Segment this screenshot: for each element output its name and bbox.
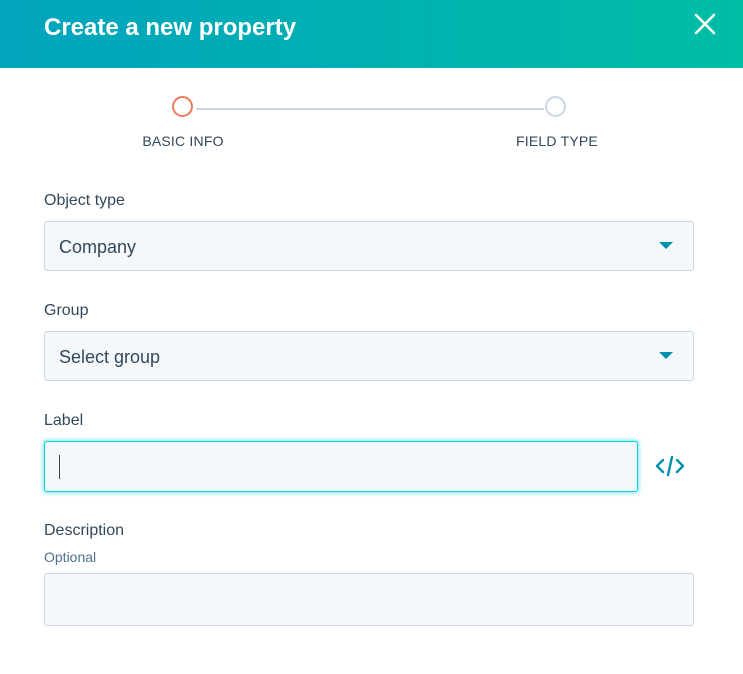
group-select[interactable]: Select group xyxy=(44,331,694,381)
close-button[interactable] xyxy=(693,12,717,36)
progress-stepper: BASIC INFO FIELD TYPE xyxy=(0,95,743,155)
text-cursor xyxy=(59,455,60,479)
description-label: Description xyxy=(44,522,125,539)
label-field-label: Label xyxy=(44,412,84,429)
insert-token-button[interactable] xyxy=(655,455,685,477)
close-icon xyxy=(694,13,716,35)
step-indicator-basic-info xyxy=(172,96,193,117)
description-textarea[interactable] xyxy=(44,573,694,626)
chevron-down-icon xyxy=(659,352,673,359)
object-type-value: Company xyxy=(59,237,137,257)
panel-title: Create a new property xyxy=(44,14,297,41)
code-icon xyxy=(655,455,685,477)
step-label-basic-info: BASIC INFO xyxy=(142,133,224,149)
group-label: Group xyxy=(44,302,89,319)
step-indicator-field-type xyxy=(545,96,566,117)
label-input[interactable] xyxy=(44,441,638,492)
group-value: Select group xyxy=(59,347,161,367)
create-property-panel: Create a new property BASIC INFO FIELD T… xyxy=(0,0,743,674)
object-type-select[interactable]: Company xyxy=(44,221,694,271)
step-label-field-type: FIELD TYPE xyxy=(516,133,598,149)
object-type-label: Object type xyxy=(44,192,125,209)
stepper-line xyxy=(196,108,544,110)
chevron-down-icon xyxy=(659,242,673,249)
panel-header: Create a new property xyxy=(0,0,743,68)
description-optional-hint: Optional xyxy=(44,549,97,565)
